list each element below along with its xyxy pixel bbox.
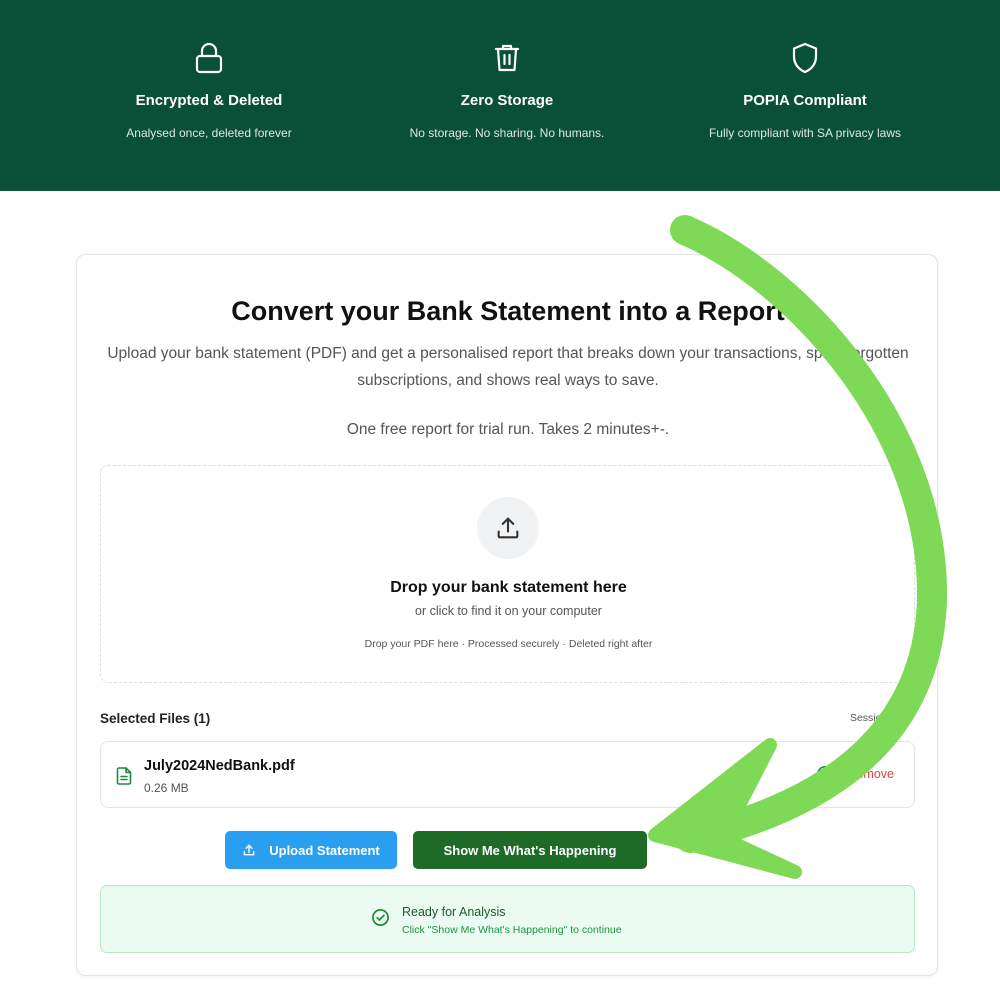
feature-title: Zero Storage [460,92,554,109]
feature-popia: POPIA Compliant Fully compliant with SA … [655,40,955,140]
file-size: 0.26 MB [144,781,189,795]
feature-title: POPIA Compliant [743,92,867,109]
trial-note: One free report for trial run. Takes 2 m… [346,421,670,438]
lock-icon [59,40,359,76]
ready-status-banner: Ready for Analysis Click "Show Me What's… [100,885,915,953]
upload-statement-label: Upload Statement [269,842,380,858]
page-subtitle: Upload your bank statement (PDF) and get… [107,345,909,389]
feature-desc: No storage. No sharing. No humans. [409,126,605,140]
dropzone-title: Drop your bank statement here [390,579,627,596]
show-me-button[interactable]: Show Me What's Happening [413,831,647,869]
remove-file-button[interactable]: Remove [847,767,894,781]
file-name: July2024NedBank.pdf [144,758,295,774]
ready-subtitle: Click "Show Me What's Happening" to cont… [402,924,622,936]
upload-card: Convert your Bank Statement into a Repor… [76,254,938,976]
selected-files-heading: Selected Files (1) [100,711,211,726]
upload-statement-button[interactable]: Upload Statement [225,831,397,869]
feature-desc: Fully compliant with SA privacy laws [708,126,902,140]
dropzone-subtitle: or click to find it on your computer [415,604,602,618]
check-circle-icon [816,765,834,788]
shield-icon [655,40,955,76]
upload-icon [242,843,256,857]
feature-encrypted: Encrypted & Deleted Analysed once, delet… [59,40,359,140]
ready-title: Ready for Analysis [402,905,506,919]
show-me-label: Show Me What's Happening [443,842,617,858]
session-id: Session: se... [849,712,913,724]
feature-desc: Analysed once, deleted forever [126,126,292,140]
page-title: Convert your Bank Statement into a Repor… [231,296,785,326]
check-circle-icon [371,908,390,932]
dropzone-note: Drop your PDF here · Processed securely … [364,638,653,650]
trash-icon [357,40,657,76]
upload-icon [477,497,539,559]
feature-title: Encrypted & Deleted [135,92,283,109]
file-icon [116,767,132,790]
feature-banner: Encrypted & Deleted Analysed once, delet… [0,0,1000,191]
file-item: July2024NedBank.pdf 0.26 MB Remove [100,741,915,808]
dropzone[interactable]: Drop your bank statement here or click t… [100,465,915,683]
feature-zero-storage: Zero Storage No storage. No sharing. No … [357,40,657,140]
